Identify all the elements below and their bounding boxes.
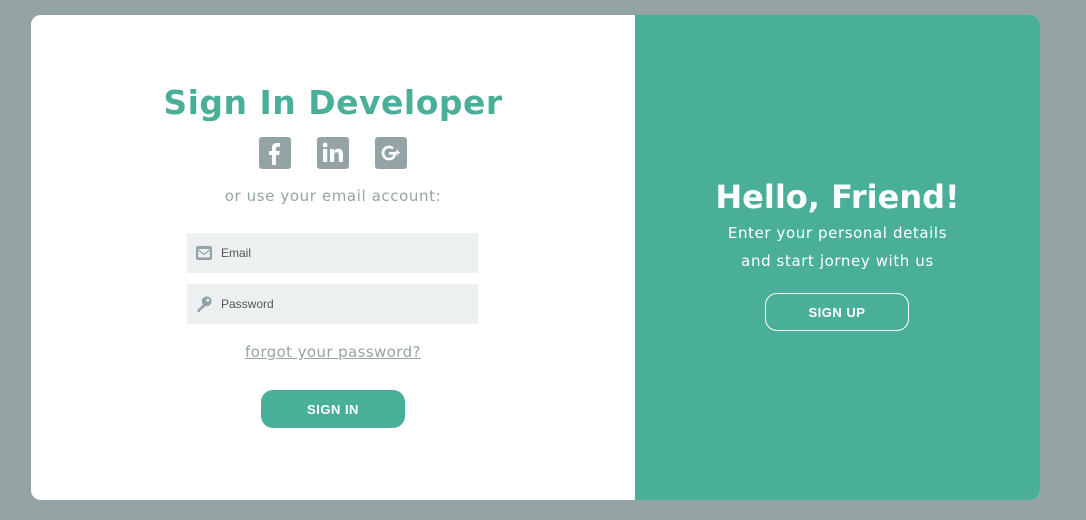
social-login-group <box>31 137 635 169</box>
welcome-title: Hello, Friend! <box>715 178 960 216</box>
password-field-container <box>187 284 478 324</box>
google-plus-icon <box>381 145 400 161</box>
linkedin-icon <box>322 142 343 162</box>
welcome-panel: Hello, Friend! Enter your personal detai… <box>635 15 1040 500</box>
email-input[interactable] <box>219 237 463 269</box>
welcome-text-line-2: and start jorney with us <box>741 252 934 270</box>
signin-panel: Sign In Developer or use your email acco… <box>31 15 635 500</box>
envelope-icon <box>195 244 213 262</box>
password-input[interactable] <box>219 288 463 320</box>
sign-in-button[interactable]: SIGN IN <box>261 390 405 428</box>
key-icon <box>195 295 213 313</box>
welcome-text-line-1: Enter your personal details <box>727 224 948 242</box>
signin-title: Sign In Developer <box>163 83 503 122</box>
sign-up-button[interactable]: SIGN UP <box>765 293 909 331</box>
email-field-container <box>187 233 478 273</box>
welcome-text: Enter your personal details and start jo… <box>635 219 1040 275</box>
facebook-button[interactable] <box>259 137 291 169</box>
forgot-password-link[interactable]: forgot your password? <box>31 343 635 361</box>
email-account-hint: or use your email account: <box>224 187 442 205</box>
auth-card: Sign In Developer or use your email acco… <box>31 15 1040 500</box>
facebook-icon <box>269 143 280 165</box>
linkedin-button[interactable] <box>317 137 349 169</box>
google-plus-button[interactable] <box>375 137 407 169</box>
